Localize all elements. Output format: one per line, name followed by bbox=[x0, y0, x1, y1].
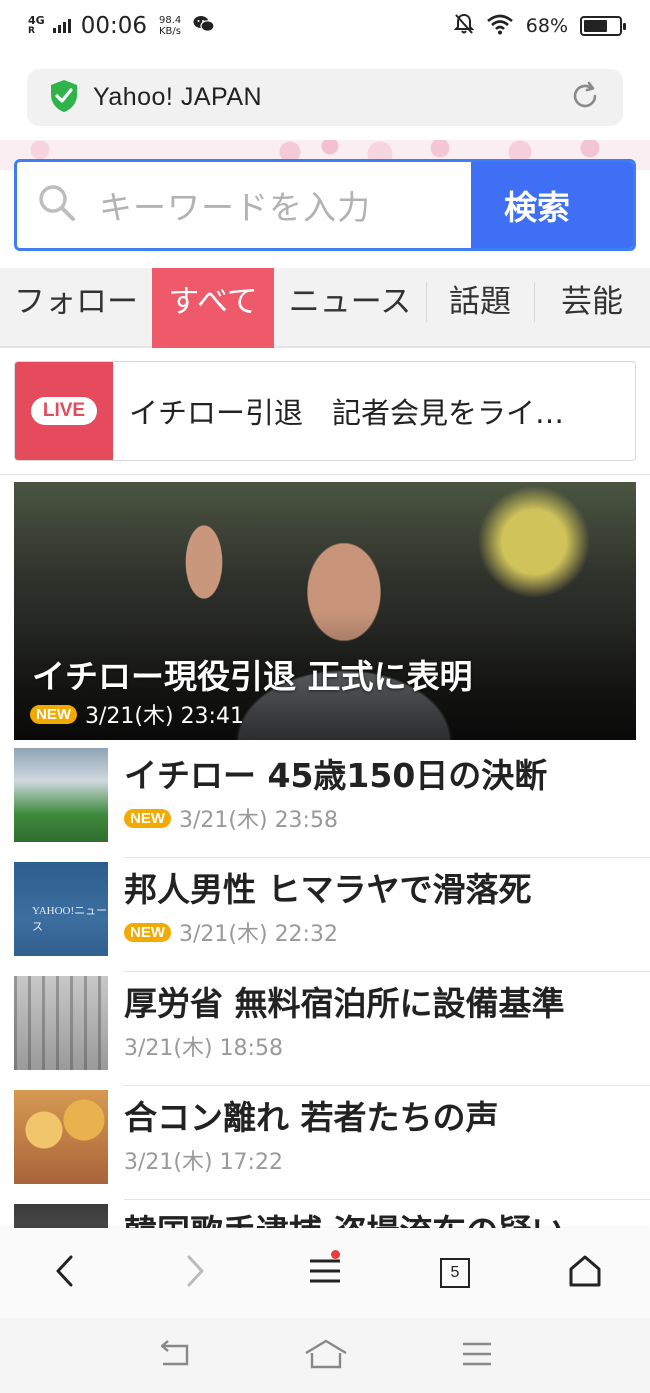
net-speed: 98.4 KB/s bbox=[159, 15, 181, 37]
network-indicator: 4G R bbox=[28, 14, 45, 36]
home-icon bbox=[568, 1254, 602, 1292]
search-bar: キーワードを入力 検索 bbox=[14, 159, 636, 251]
tab-entertainment[interactable]: 芸能 bbox=[534, 268, 650, 348]
live-badge: LIVE bbox=[30, 397, 98, 425]
reload-icon[interactable] bbox=[569, 80, 601, 116]
news-thumbnail bbox=[14, 1204, 108, 1228]
news-date: 3/21(木) 17:22 bbox=[124, 1150, 283, 1175]
wechat-icon bbox=[193, 15, 215, 37]
news-title: 韓国歌手逮捕 盗撮流布の疑い bbox=[124, 1210, 650, 1228]
news-date: 3/21(木) 18:58 bbox=[124, 1036, 283, 1061]
battery-percent: 68% bbox=[525, 15, 568, 37]
news-item[interactable]: 韓国歌手逮捕 盗撮流布の疑い bbox=[0, 1200, 650, 1228]
tab-news[interactable]: ニュース bbox=[274, 268, 426, 348]
net-speed-value: 98.4 bbox=[158, 15, 182, 26]
chevron-right-icon bbox=[184, 1254, 206, 1292]
live-headline: イチロー引退 記者会見をライ… bbox=[129, 396, 565, 430]
news-meta: NEW 3/21(木) 23:58 bbox=[124, 802, 650, 834]
tab-count: 5 bbox=[440, 1258, 470, 1288]
new-badge: NEW bbox=[124, 922, 171, 942]
menu-icon bbox=[308, 1257, 342, 1289]
news-meta: 3/21(木) 17:22 bbox=[124, 1144, 650, 1176]
search-input[interactable]: キーワードを入力 bbox=[17, 162, 471, 248]
address-bar[interactable]: Yahoo! JAPAN bbox=[27, 69, 623, 126]
news-title: 厚労省 無料宿泊所に設備基準 bbox=[124, 984, 565, 1023]
bell-muted-icon bbox=[453, 13, 475, 39]
tab-all[interactable]: すべて bbox=[152, 268, 274, 348]
new-badge: NEW bbox=[124, 808, 171, 828]
menu-button[interactable] bbox=[285, 1233, 365, 1313]
news-body: 邦人男性 ヒマラヤで滑落死 NEW 3/21(木) 22:32 bbox=[124, 868, 650, 948]
news-title: 合コン離れ 若者たちの声 bbox=[124, 1098, 499, 1137]
news-thumbnail bbox=[14, 748, 108, 842]
news-body: 合コン離れ 若者たちの声 3/21(木) 17:22 bbox=[124, 1096, 650, 1176]
status-left: 4G R 00:06 98.4 KB/s bbox=[28, 13, 215, 39]
news-thumbnail bbox=[14, 976, 108, 1070]
tab-topics[interactable]: 話題 bbox=[426, 268, 534, 348]
live-badge-area: LIVE bbox=[15, 362, 113, 460]
news-thumbnail bbox=[14, 1090, 108, 1184]
thumbnail-caption: YAHOO!ニュース bbox=[32, 905, 108, 933]
status-right: 68% bbox=[453, 13, 626, 39]
battery-level bbox=[584, 20, 608, 32]
signal-icon bbox=[52, 19, 71, 33]
news-thumbnail: YAHOO!ニュース bbox=[14, 862, 108, 956]
divider bbox=[0, 474, 650, 475]
tabs-button[interactable]: 5 bbox=[415, 1233, 495, 1313]
news-date: 3/21(木) 23:58 bbox=[179, 808, 338, 833]
home-nav-icon[interactable] bbox=[304, 1339, 348, 1373]
status-bar: 4G R 00:06 98.4 KB/s 68% bbox=[0, 0, 650, 52]
home-button[interactable] bbox=[545, 1233, 625, 1313]
hero-date: 3/21(木) 23:41 bbox=[85, 704, 244, 729]
forward-button[interactable] bbox=[155, 1233, 235, 1313]
hero-meta: NEW 3/21(木) 23:41 bbox=[30, 698, 244, 730]
news-item[interactable]: 厚労省 無料宿泊所に設備基準 3/21(木) 18:58 bbox=[0, 972, 650, 1086]
live-banner[interactable]: LIVE イチロー引退 記者会見をライ… bbox=[14, 361, 636, 461]
news-body: イチロー 45歳150日の決断 NEW 3/21(木) 23:58 bbox=[124, 754, 650, 834]
net-speed-unit: KB/s bbox=[158, 26, 181, 37]
roaming-mark: R bbox=[28, 26, 35, 36]
system-nav-bar bbox=[0, 1318, 650, 1393]
search-placeholder: キーワードを入力 bbox=[99, 188, 371, 227]
recents-nav-icon[interactable] bbox=[461, 1341, 493, 1371]
back-button[interactable] bbox=[25, 1233, 105, 1313]
news-body: 厚労省 無料宿泊所に設備基準 3/21(木) 18:58 bbox=[124, 982, 650, 1062]
news-title: イチロー 45歳150日の決断 bbox=[124, 756, 548, 795]
back-nav-icon[interactable] bbox=[157, 1339, 191, 1372]
new-badge: NEW bbox=[30, 704, 77, 724]
hero-title: イチロー現役引退 正式に表明 bbox=[32, 657, 473, 696]
search-icon bbox=[37, 183, 77, 227]
news-item[interactable]: イチロー 45歳150日の決断 NEW 3/21(木) 23:58 bbox=[0, 744, 650, 858]
hero-article[interactable]: イチロー現役引退 正式に表明 NEW 3/21(木) 23:41 bbox=[14, 482, 636, 740]
news-date: 3/21(木) 22:32 bbox=[179, 922, 338, 947]
news-item[interactable]: 合コン離れ 若者たちの声 3/21(木) 17:22 bbox=[0, 1086, 650, 1200]
news-title: 邦人男性 ヒマラヤで滑落死 bbox=[124, 870, 532, 909]
tab-follow[interactable]: フォロー bbox=[0, 268, 152, 348]
chevron-left-icon bbox=[54, 1254, 76, 1292]
news-item[interactable]: YAHOO!ニュース 邦人男性 ヒマラヤで滑落死 NEW 3/21(木) 22:… bbox=[0, 858, 650, 972]
clock: 00:06 bbox=[80, 13, 147, 39]
news-meta: NEW 3/21(木) 22:32 bbox=[124, 916, 650, 948]
site-title: Yahoo! JAPAN bbox=[93, 83, 263, 111]
search-button[interactable]: 検索 bbox=[471, 162, 633, 248]
news-meta: 3/21(木) 18:58 bbox=[124, 1030, 650, 1062]
browser-toolbar: 5 bbox=[0, 1228, 650, 1318]
shield-check-icon bbox=[49, 79, 79, 117]
wifi-icon bbox=[486, 13, 514, 39]
news-body: 韓国歌手逮捕 盗撮流布の疑い bbox=[124, 1210, 650, 1228]
battery-icon bbox=[580, 16, 626, 36]
browser-screen: 4G R 00:06 98.4 KB/s 68% Yahoo! JAPAN キー… bbox=[0, 0, 650, 1393]
network-type: 4G bbox=[28, 14, 45, 27]
category-tabs: フォロー すべて ニュース 話題 芸能 bbox=[0, 268, 650, 348]
notification-dot bbox=[331, 1250, 340, 1259]
